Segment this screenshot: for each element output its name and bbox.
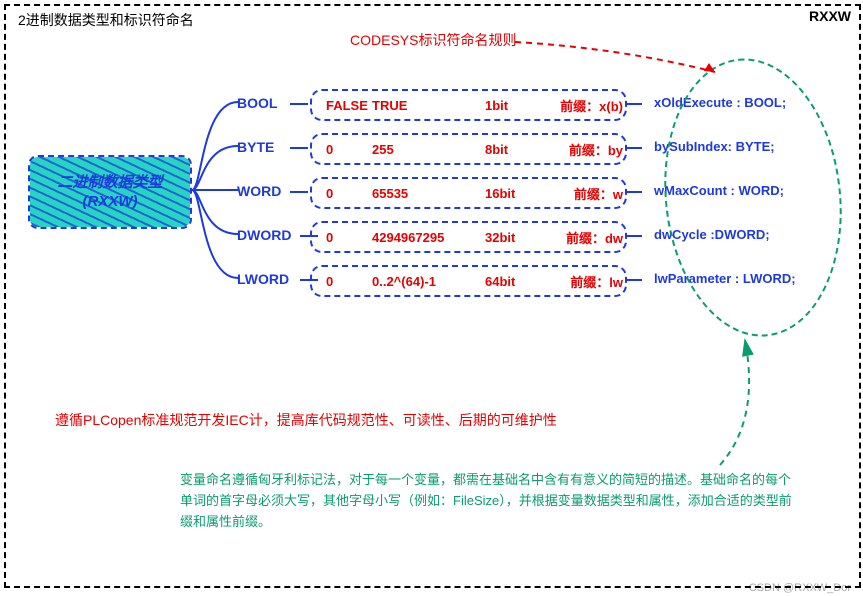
type-example-lword: lwParameter : LWORD; [654,271,796,286]
type-max: TRUE [372,98,467,113]
type-min: FALSE [326,98,354,113]
type-size: 32bit [485,230,530,245]
type-max: 0..2^(64)-1 [372,274,467,289]
footer-red-note: 遵循PLCopen标准规范开发IEC计，提高库代码规范性、可读性、后期的可维护性 [55,410,557,430]
watermark: CSDN @RXXW_Dor [749,582,851,594]
type-max: 4294967295 [372,230,467,245]
rule-title: CODESYS标识符命名规则 [350,30,516,50]
type-min: 0 [326,274,354,289]
type-prefix: 前缀：lw [548,272,623,291]
type-max: 65535 [372,186,467,201]
type-name-word: WORD [237,183,281,199]
root-label: 二进制数据类型(RXXW) [30,169,190,216]
bracket-connector [190,90,240,290]
type-detail-word: 0 65535 16bit 前缀：w [310,177,627,209]
type-example-bool: xOldExecute : BOOL; [654,95,786,110]
type-prefix: 前缀：x(b) [548,96,623,115]
type-max: 255 [372,142,467,157]
type-prefix: 前缀：w [548,184,623,203]
brand-label: RXXW [809,8,851,24]
type-name-dword: DWORD [237,227,291,243]
type-detail-byte: 0 255 8bit 前缀：by [310,133,627,165]
type-size: 64bit [485,274,530,289]
type-example-dword: dwCycle :DWORD; [654,227,770,242]
type-name-byte: BYTE [237,139,274,155]
root-box: 二进制数据类型(RXXW) [28,155,192,229]
type-detail-lword: 0 0..2^(64)-1 64bit 前缀：lw [310,265,627,297]
diagram-title: 2进制数据类型和标识符命名 [18,10,194,30]
type-detail-bool: FALSE TRUE 1bit 前缀：x(b) [310,89,627,121]
type-example-word: wMaxCount : WORD; [654,183,784,198]
type-name-lword: LWORD [237,271,289,287]
type-name-bool: BOOL [237,95,277,111]
type-detail-dword: 0 4294967295 32bit 前缀：dw [310,221,627,253]
type-min: 0 [326,142,354,157]
type-example-byte: bySubIndex: BYTE; [654,139,775,154]
type-prefix: 前缀：dw [548,228,623,247]
type-size: 8bit [485,142,530,157]
type-prefix: 前缀：by [548,140,623,159]
type-size: 1bit [485,98,530,113]
type-min: 0 [326,186,354,201]
type-size: 16bit [485,186,530,201]
type-min: 0 [326,230,354,245]
footer-green-note: 变量命名遵循匈牙利标记法，对于每一个变量，都需在基础名中含有有意义的简短的描述。… [180,470,800,532]
